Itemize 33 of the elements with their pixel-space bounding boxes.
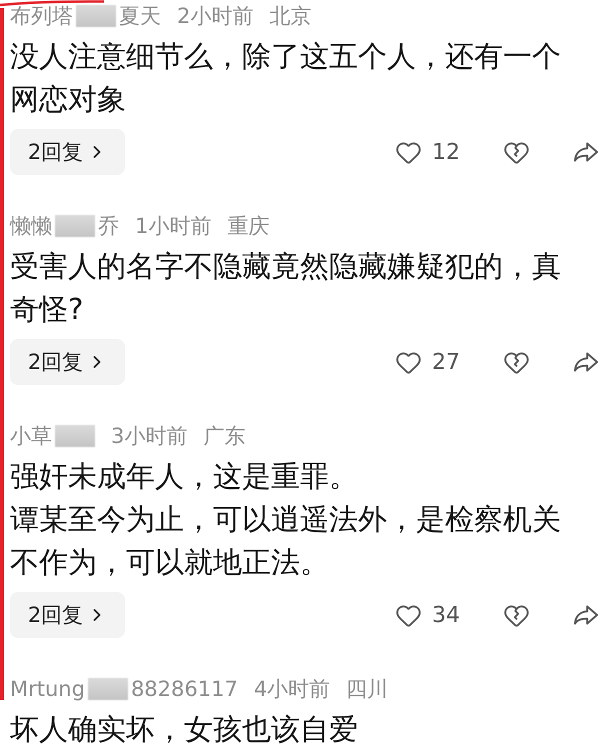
location-text: 四川 [346, 678, 388, 700]
comment-text: 坏人确实坏，女孩也该自爱 [10, 711, 359, 748]
time-text: 3小时前 [111, 425, 188, 447]
time-text: 2小时前 [177, 5, 254, 27]
blurred-block [76, 5, 116, 27]
replies-button[interactable]: 2回复 [10, 129, 125, 175]
username-text[interactable]: 布列塔 [10, 5, 73, 27]
time-text: 4小时前 [254, 678, 330, 700]
replies-button[interactable]: 2回复 [10, 592, 125, 638]
time-text: 1小时前 [135, 215, 212, 237]
share-icon[interactable] [574, 351, 598, 373]
username-text[interactable]: 懒懒 [10, 215, 52, 237]
like-count: 27 [432, 350, 460, 374]
username-text[interactable]: 88286117 [130, 678, 238, 700]
blurred-block [88, 678, 128, 700]
blurred-block [55, 425, 95, 447]
location-text: 广东 [203, 425, 246, 447]
share-icon[interactable] [574, 604, 598, 626]
share-icon[interactable] [574, 141, 598, 163]
location-text: 北京 [269, 5, 312, 27]
like-count: 12 [432, 140, 460, 164]
comment-text: 没人注意细节么，除了这五个人，还有一个网恋对象 [10, 38, 562, 118]
location-text: 重庆 [227, 215, 270, 237]
comment-text: 受害人的名字不隐藏竟然隐藏嫌疑犯的，真奇怪? [10, 248, 562, 328]
username-text[interactable]: 夏天 [119, 5, 161, 27]
username-text[interactable]: Mrtung [10, 678, 85, 700]
username-text[interactable]: 小草 [10, 425, 52, 447]
comment-text: 谭某至今为止，可以逍遥法外，是检察机关不作为，可以就地正法。 [10, 501, 562, 581]
like-count: 34 [432, 602, 460, 628]
blurred-block [55, 215, 95, 237]
comment-text: 强奸未成年人，这是重罪。 [10, 458, 359, 495]
replies-button[interactable]: 2回复 [10, 339, 125, 385]
username-text[interactable]: 乔 [98, 215, 119, 237]
